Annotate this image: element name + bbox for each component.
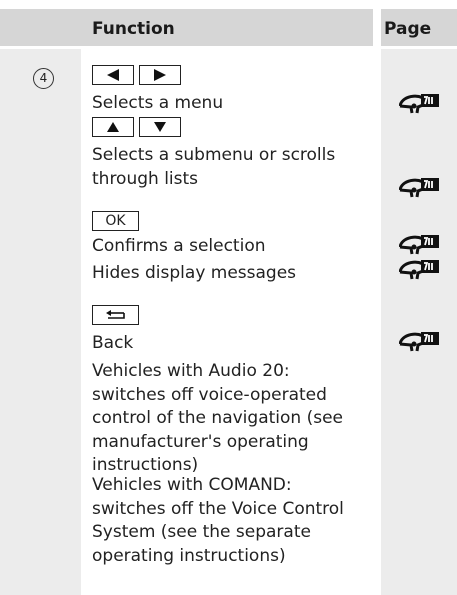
triangle-down-icon	[154, 122, 166, 132]
back-text: Back	[92, 333, 134, 353]
selects-submenu-text: Selects a submenu or scrolls through lis…	[92, 145, 336, 189]
number-column	[0, 49, 81, 595]
function-column-header: Function	[92, 19, 175, 39]
selects-menu-text: Selects a menu	[92, 93, 224, 113]
steering-wheel-page-icon	[398, 330, 441, 356]
back-key	[92, 305, 139, 325]
ok-key: OK	[92, 211, 139, 231]
left-key	[92, 65, 134, 85]
triangle-up-icon	[107, 122, 119, 132]
audio20-text: Vehicles with Audio 20: switches off voi…	[92, 361, 343, 475]
up-key	[92, 117, 134, 137]
confirms-selection-text: Confirms a selection	[92, 236, 266, 256]
back-arrow-icon	[105, 310, 125, 319]
function-table: Function Page 4 Selects a menu Selects a…	[0, 0, 457, 595]
steering-wheel-page-icon	[398, 92, 441, 118]
page-column-header: Page	[384, 19, 432, 39]
table-header: Function Page	[0, 9, 457, 46]
item-number-badge: 4	[33, 68, 54, 89]
steering-wheel-page-icon	[398, 176, 441, 202]
steering-wheel-page-icon	[398, 258, 441, 284]
comand-text: Vehicles with COMAND: switches off the V…	[92, 475, 344, 566]
triangle-left-icon	[107, 69, 119, 81]
ok-key-label: OK	[105, 213, 126, 229]
page-column	[381, 49, 457, 595]
triangle-right-icon	[154, 69, 166, 81]
hides-messages-text: Hides display messages	[92, 263, 297, 283]
down-key	[139, 117, 181, 137]
right-key	[139, 65, 181, 85]
steering-wheel-page-icon	[398, 233, 441, 259]
